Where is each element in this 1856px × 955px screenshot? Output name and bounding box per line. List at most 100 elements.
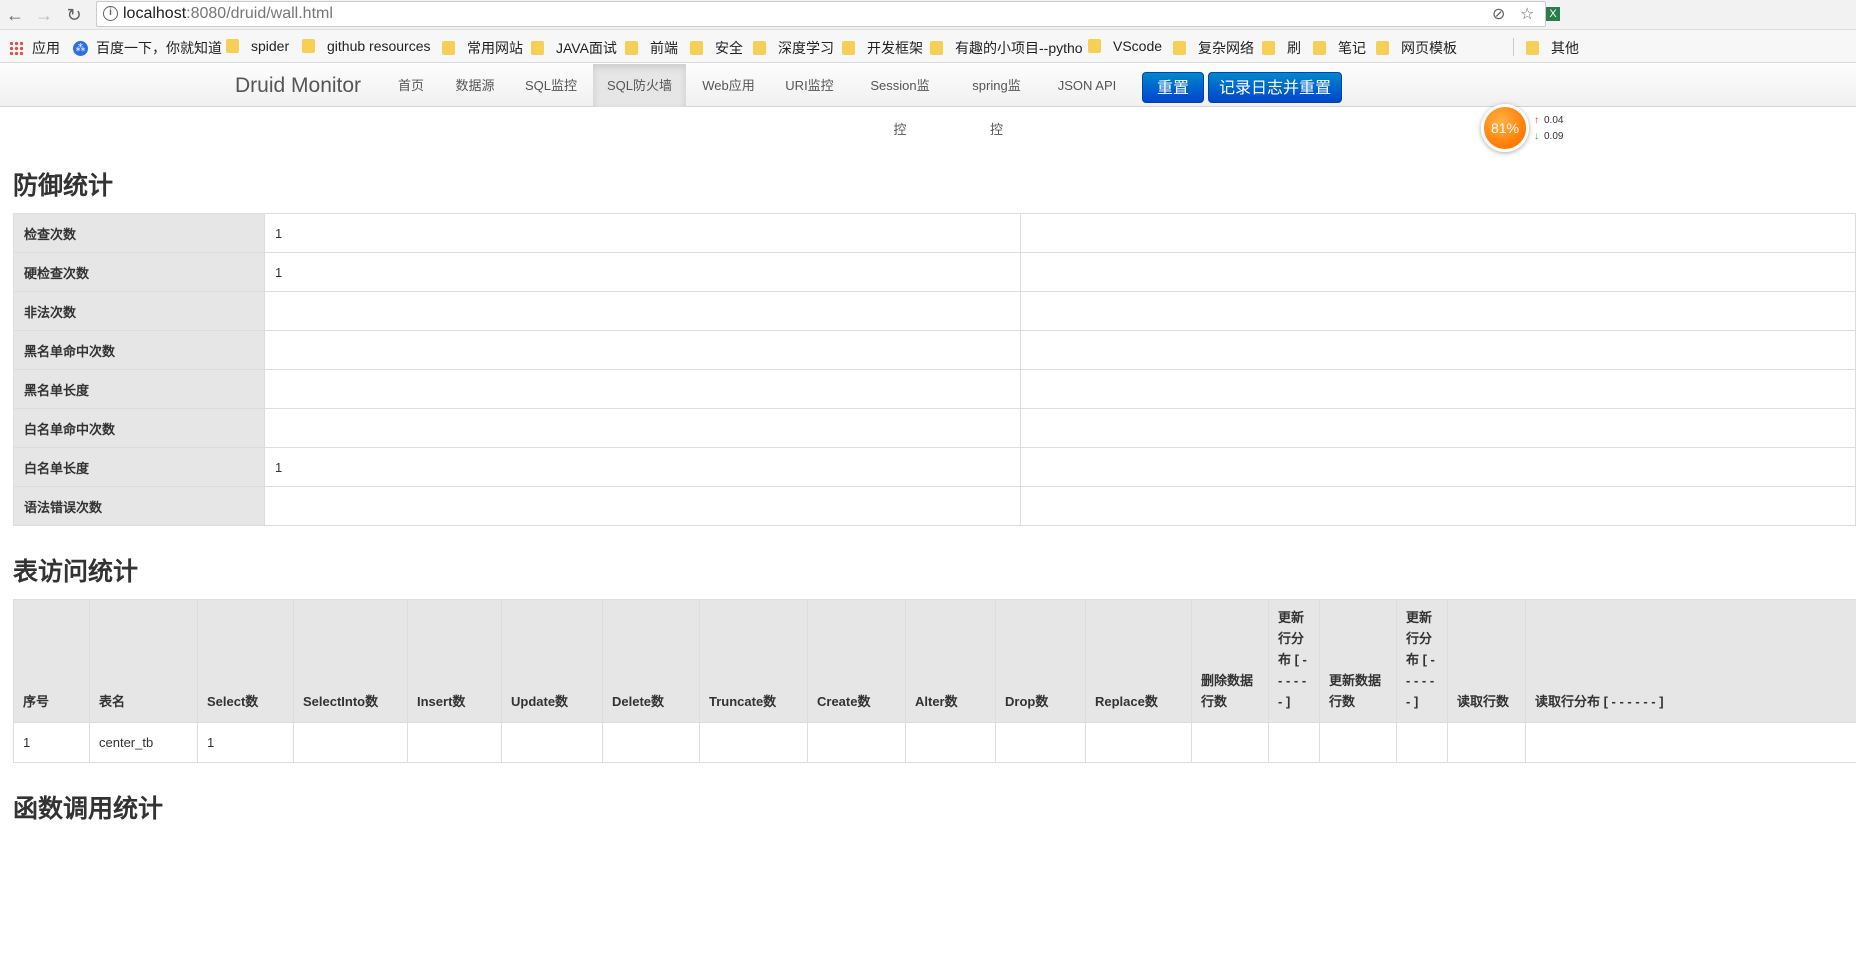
column-header[interactable]: 更新数据行数 xyxy=(1319,599,1397,723)
brand-title[interactable]: Druid Monitor xyxy=(235,74,361,98)
folder-icon xyxy=(842,41,855,55)
stat-value: 1 xyxy=(264,252,1021,292)
nav-item[interactable]: 数据源 xyxy=(441,64,509,107)
forward-icon[interactable]: → xyxy=(33,4,55,26)
bookmark-item[interactable]: 常用网站 xyxy=(442,38,523,58)
stat-label: 黑名单长度 xyxy=(13,369,265,409)
bookmarks-bar: 应用 ⁂ 百度一下，你就知道 spider github resources 常用网站 JA… xyxy=(0,30,1856,63)
arrow-down-icon: ↓ xyxy=(1534,131,1539,142)
info-icon[interactable]: i xyxy=(103,6,118,21)
bookmark-item[interactable]: 笔记 xyxy=(1313,38,1366,58)
folder-icon xyxy=(1262,41,1275,55)
bookmark-item[interactable]: 有趣的小项目--pytho xyxy=(930,38,1083,58)
folder-icon xyxy=(442,41,455,55)
column-header[interactable]: 表名 xyxy=(89,599,198,723)
column-header[interactable]: 删除数据行数 xyxy=(1191,599,1269,723)
function-stats-title: 函数调用统计 xyxy=(13,795,164,823)
url-text[interactable]: localhost:8080/druid/wall.html xyxy=(123,5,333,23)
baidu-icon: ⁂ xyxy=(73,40,88,56)
column-header[interactable]: Update数 xyxy=(501,599,603,723)
stat-label: 检查次数 xyxy=(13,213,265,253)
stat-extra xyxy=(1020,330,1856,370)
bookmark-item[interactable]: ⁂ 百度一下，你就知道 xyxy=(73,38,222,58)
download-speed: ↓ 0.09 xyxy=(1534,131,1563,142)
table-cell xyxy=(1525,722,1856,763)
folder-icon xyxy=(930,41,943,55)
folder-icon xyxy=(625,41,638,55)
table-cell xyxy=(1268,722,1320,763)
defense-stats-table: 检查次数 1 硬检查次数 1 非法次数 黑名单命中次数 黑名单长度 白名单命中次数 白名单长度 1… xyxy=(13,213,1856,526)
bookmark-item[interactable]: VScode xyxy=(1088,38,1162,54)
bookmark-label: JAVA面试 xyxy=(556,40,617,56)
bookmark-item[interactable]: 开发框架 xyxy=(842,38,923,58)
column-header[interactable]: 读取行分布 [ - - - - - - ] xyxy=(1525,599,1856,723)
nav-item[interactable]: SQL监控 xyxy=(511,64,591,107)
bookmark-star-icon[interactable]: ☆ xyxy=(1520,4,1534,24)
stat-label: 语法错误次数 xyxy=(13,486,265,526)
column-header[interactable]: 更新行分布 [ - - - - - - ] xyxy=(1396,599,1448,723)
bookmark-item[interactable]: 深度学习 xyxy=(753,38,834,58)
column-header[interactable]: Truncate数 xyxy=(699,599,808,723)
column-header[interactable]: SelectInto数 xyxy=(293,599,408,723)
header-row: 序号 表名 Select数 SelectInto数 Insert数 Update数 Dele… xyxy=(13,599,1856,723)
folder-icon xyxy=(1376,41,1389,55)
bookmark-label: 复杂网络 xyxy=(1198,40,1254,56)
nav-item[interactable]: spring监控 xyxy=(952,64,1041,137)
column-header[interactable]: Replace数 xyxy=(1085,599,1192,723)
nav-item[interactable]: URI监控 xyxy=(771,64,848,107)
arrow-up-icon: ↑ xyxy=(1534,115,1539,126)
column-header[interactable]: 序号 xyxy=(13,599,90,723)
table-row: 1 center_tb 1 xyxy=(13,722,1856,763)
url-host: localhost xyxy=(123,5,187,22)
bookmark-item[interactable]: 网页模板 xyxy=(1376,38,1457,58)
translate-icon[interactable]: ⊘ xyxy=(1492,4,1505,24)
nav-item[interactable]: Session监控 xyxy=(850,64,950,137)
nav-item[interactable]: JSON API xyxy=(1043,64,1131,107)
folder-icon xyxy=(1088,39,1101,53)
nav-item[interactable]: Web应用 xyxy=(688,64,769,107)
bookmark-label: 刷 xyxy=(1287,40,1301,56)
table-cell xyxy=(699,722,808,763)
table-cell xyxy=(1085,722,1192,763)
reload-icon[interactable]: ↻ xyxy=(63,4,85,26)
bookmark-item[interactable]: github resources xyxy=(302,38,431,54)
folder-icon xyxy=(1173,41,1186,55)
column-header[interactable]: Alter数 xyxy=(905,599,996,723)
bookmark-item[interactable]: JAVA面试 xyxy=(531,38,617,58)
bookmark-item[interactable]: spider xyxy=(226,38,289,54)
bookmark-item[interactable]: 其他 xyxy=(1526,38,1579,58)
log-and-reset-button[interactable]: 记录日志并重置 xyxy=(1208,72,1342,103)
speed-percent-badge[interactable]: 81% xyxy=(1481,104,1529,152)
back-icon[interactable]: ← xyxy=(4,4,26,26)
table-cell xyxy=(407,722,502,763)
nav-item[interactable]: 首页 xyxy=(384,64,438,107)
table-cell xyxy=(1447,722,1526,763)
column-header[interactable]: 读取行数 xyxy=(1447,599,1526,723)
reset-button[interactable]: 重置 xyxy=(1142,72,1204,103)
column-header[interactable]: Delete数 xyxy=(602,599,700,723)
bookmark-label: spider xyxy=(251,38,290,54)
stat-row: 黑名单命中次数 xyxy=(13,330,1856,370)
folder-icon xyxy=(753,41,766,55)
upload-speed: ↑ 0.04 xyxy=(1534,115,1563,126)
address-bar[interactable]: i localhost:8080/druid/wall.html xyxy=(96,1,1546,27)
column-header[interactable]: 更新行分布 [ - - - - - - ] xyxy=(1268,599,1320,723)
stat-extra xyxy=(1020,213,1856,253)
bookmark-label: 网页模板 xyxy=(1401,40,1457,56)
bookmark-item[interactable]: 安全 xyxy=(690,38,743,58)
bookmark-item[interactable]: 复杂网络 xyxy=(1173,38,1254,58)
column-header[interactable]: Insert数 xyxy=(407,599,502,723)
column-header[interactable]: Create数 xyxy=(807,599,906,723)
bookmark-item[interactable]: 刷 xyxy=(1262,38,1301,58)
column-header[interactable]: Select数 xyxy=(197,599,294,723)
extension-icon[interactable]: X xyxy=(1546,7,1560,21)
bookmarks-separator xyxy=(1513,38,1514,56)
bookmark-label: 其他 xyxy=(1551,40,1579,56)
bookmark-item[interactable]: 应用 xyxy=(9,38,60,58)
druid-navbar: Druid Monitor 首页 数据源 SQL监控 SQL防火墙 Web应用 URI监控… xyxy=(0,64,1856,137)
column-header[interactable]: Drop数 xyxy=(995,599,1086,723)
nav-item[interactable]: SQL防火墙 xyxy=(593,64,686,107)
bookmark-label: 深度学习 xyxy=(778,40,834,56)
bookmark-item[interactable]: 前端 xyxy=(625,38,678,58)
stat-row: 语法错误次数 xyxy=(13,486,1856,526)
